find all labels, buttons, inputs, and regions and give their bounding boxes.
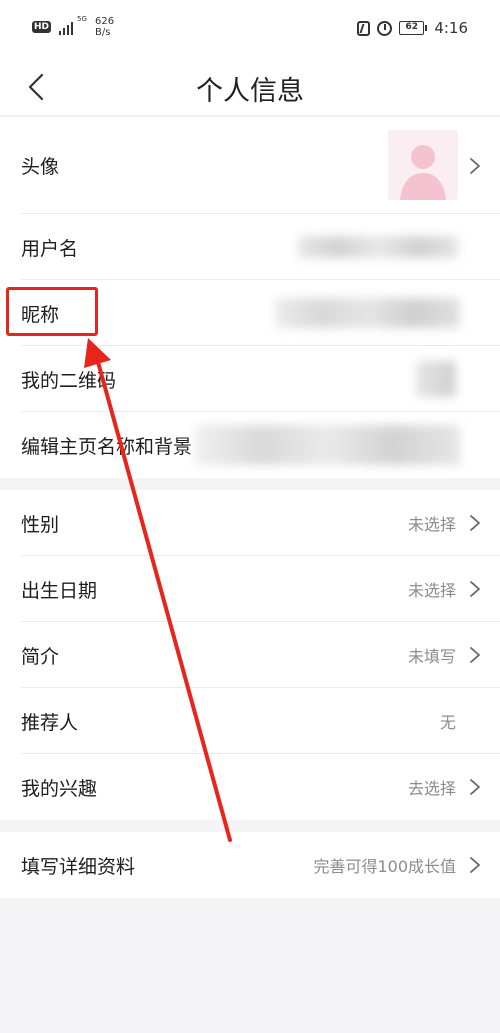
avatar[interactable]: [388, 130, 458, 200]
chevron-right-icon: [470, 779, 480, 795]
username-row[interactable]: 用户名: [0, 214, 500, 280]
interests-label: 我的兴趣: [21, 777, 98, 800]
referrer-value: 无: [439, 713, 456, 732]
fill-details-value: 完善可得100成长值: [313, 857, 456, 876]
title-bar: 个人信息: [0, 58, 500, 116]
homepage-row[interactable]: 编辑主页名称和背景: [0, 412, 500, 478]
chevron-right-icon: [470, 581, 480, 597]
intro-value: 未填写: [407, 647, 456, 666]
homepage-label: 编辑主页名称和背景: [21, 435, 193, 458]
details-section: 性别 未选择 出生日期 未选择 简介 未填写 推荐人 无 我的兴趣 去选择: [0, 490, 500, 820]
gender-label: 性别: [21, 513, 60, 536]
status-bar-right: 62 4:16: [357, 19, 468, 37]
interests-row[interactable]: 我的兴趣 去选择: [0, 754, 500, 820]
intro-label: 简介: [21, 645, 60, 668]
qrcode-redacted: [416, 361, 456, 397]
intro-row[interactable]: 简介 未填写: [0, 622, 500, 688]
speed-value: 626: [95, 16, 115, 27]
nfc-icon: [357, 20, 371, 36]
gender-row[interactable]: 性别 未选择: [0, 490, 500, 556]
speed-unit: B/s: [95, 27, 111, 38]
homepage-value-redacted: [195, 425, 460, 465]
battery-level: 62: [399, 21, 425, 35]
qrcode-label: 我的二维码: [21, 369, 117, 392]
referrer-row: 推荐人 无: [0, 688, 500, 754]
avatar-label: 头像: [21, 156, 60, 178]
page-title: 个人信息: [196, 76, 304, 107]
chevron-right-icon: [470, 857, 480, 873]
hd-badge: HD: [32, 21, 52, 33]
clock: 4:16: [434, 19, 468, 37]
nickname-value-redacted: [275, 298, 460, 328]
battery-icon: 62: [399, 21, 428, 35]
qrcode-row[interactable]: 我的二维码: [0, 346, 500, 412]
birthday-label: 出生日期: [21, 579, 98, 602]
network-type: 5G: [77, 15, 87, 23]
extra-section: 填写详细资料 完善可得100成长值: [0, 832, 500, 898]
network-speed: 626 B/s: [95, 16, 114, 38]
birthday-row[interactable]: 出生日期 未选择: [0, 556, 500, 622]
default-avatar-icon: [388, 130, 458, 200]
referrer-label: 推荐人: [21, 711, 79, 734]
birthday-value: 未选择: [407, 581, 456, 600]
fill-details-label: 填写详细资料: [21, 855, 136, 878]
interests-value: 去选择: [407, 779, 456, 798]
username-label: 用户名: [21, 237, 79, 260]
chevron-right-icon: [470, 515, 480, 531]
chevron-right-icon: [470, 157, 480, 174]
gender-value: 未选择: [407, 515, 456, 534]
nickname-highlight-box: [6, 287, 98, 336]
chevron-right-icon: [470, 647, 480, 663]
signal-icon: 5G: [57, 15, 87, 35]
username-value-redacted: [298, 236, 458, 258]
status-bar: HD 5G 626 B/s 62 4:16: [0, 0, 500, 58]
status-bar-left: HD 5G 626 B/s: [32, 15, 114, 38]
fill-details-row[interactable]: 填写详细资料 完善可得100成长值: [0, 832, 500, 898]
avatar-row[interactable]: 头像: [0, 117, 500, 214]
alarm-icon: [377, 20, 393, 36]
